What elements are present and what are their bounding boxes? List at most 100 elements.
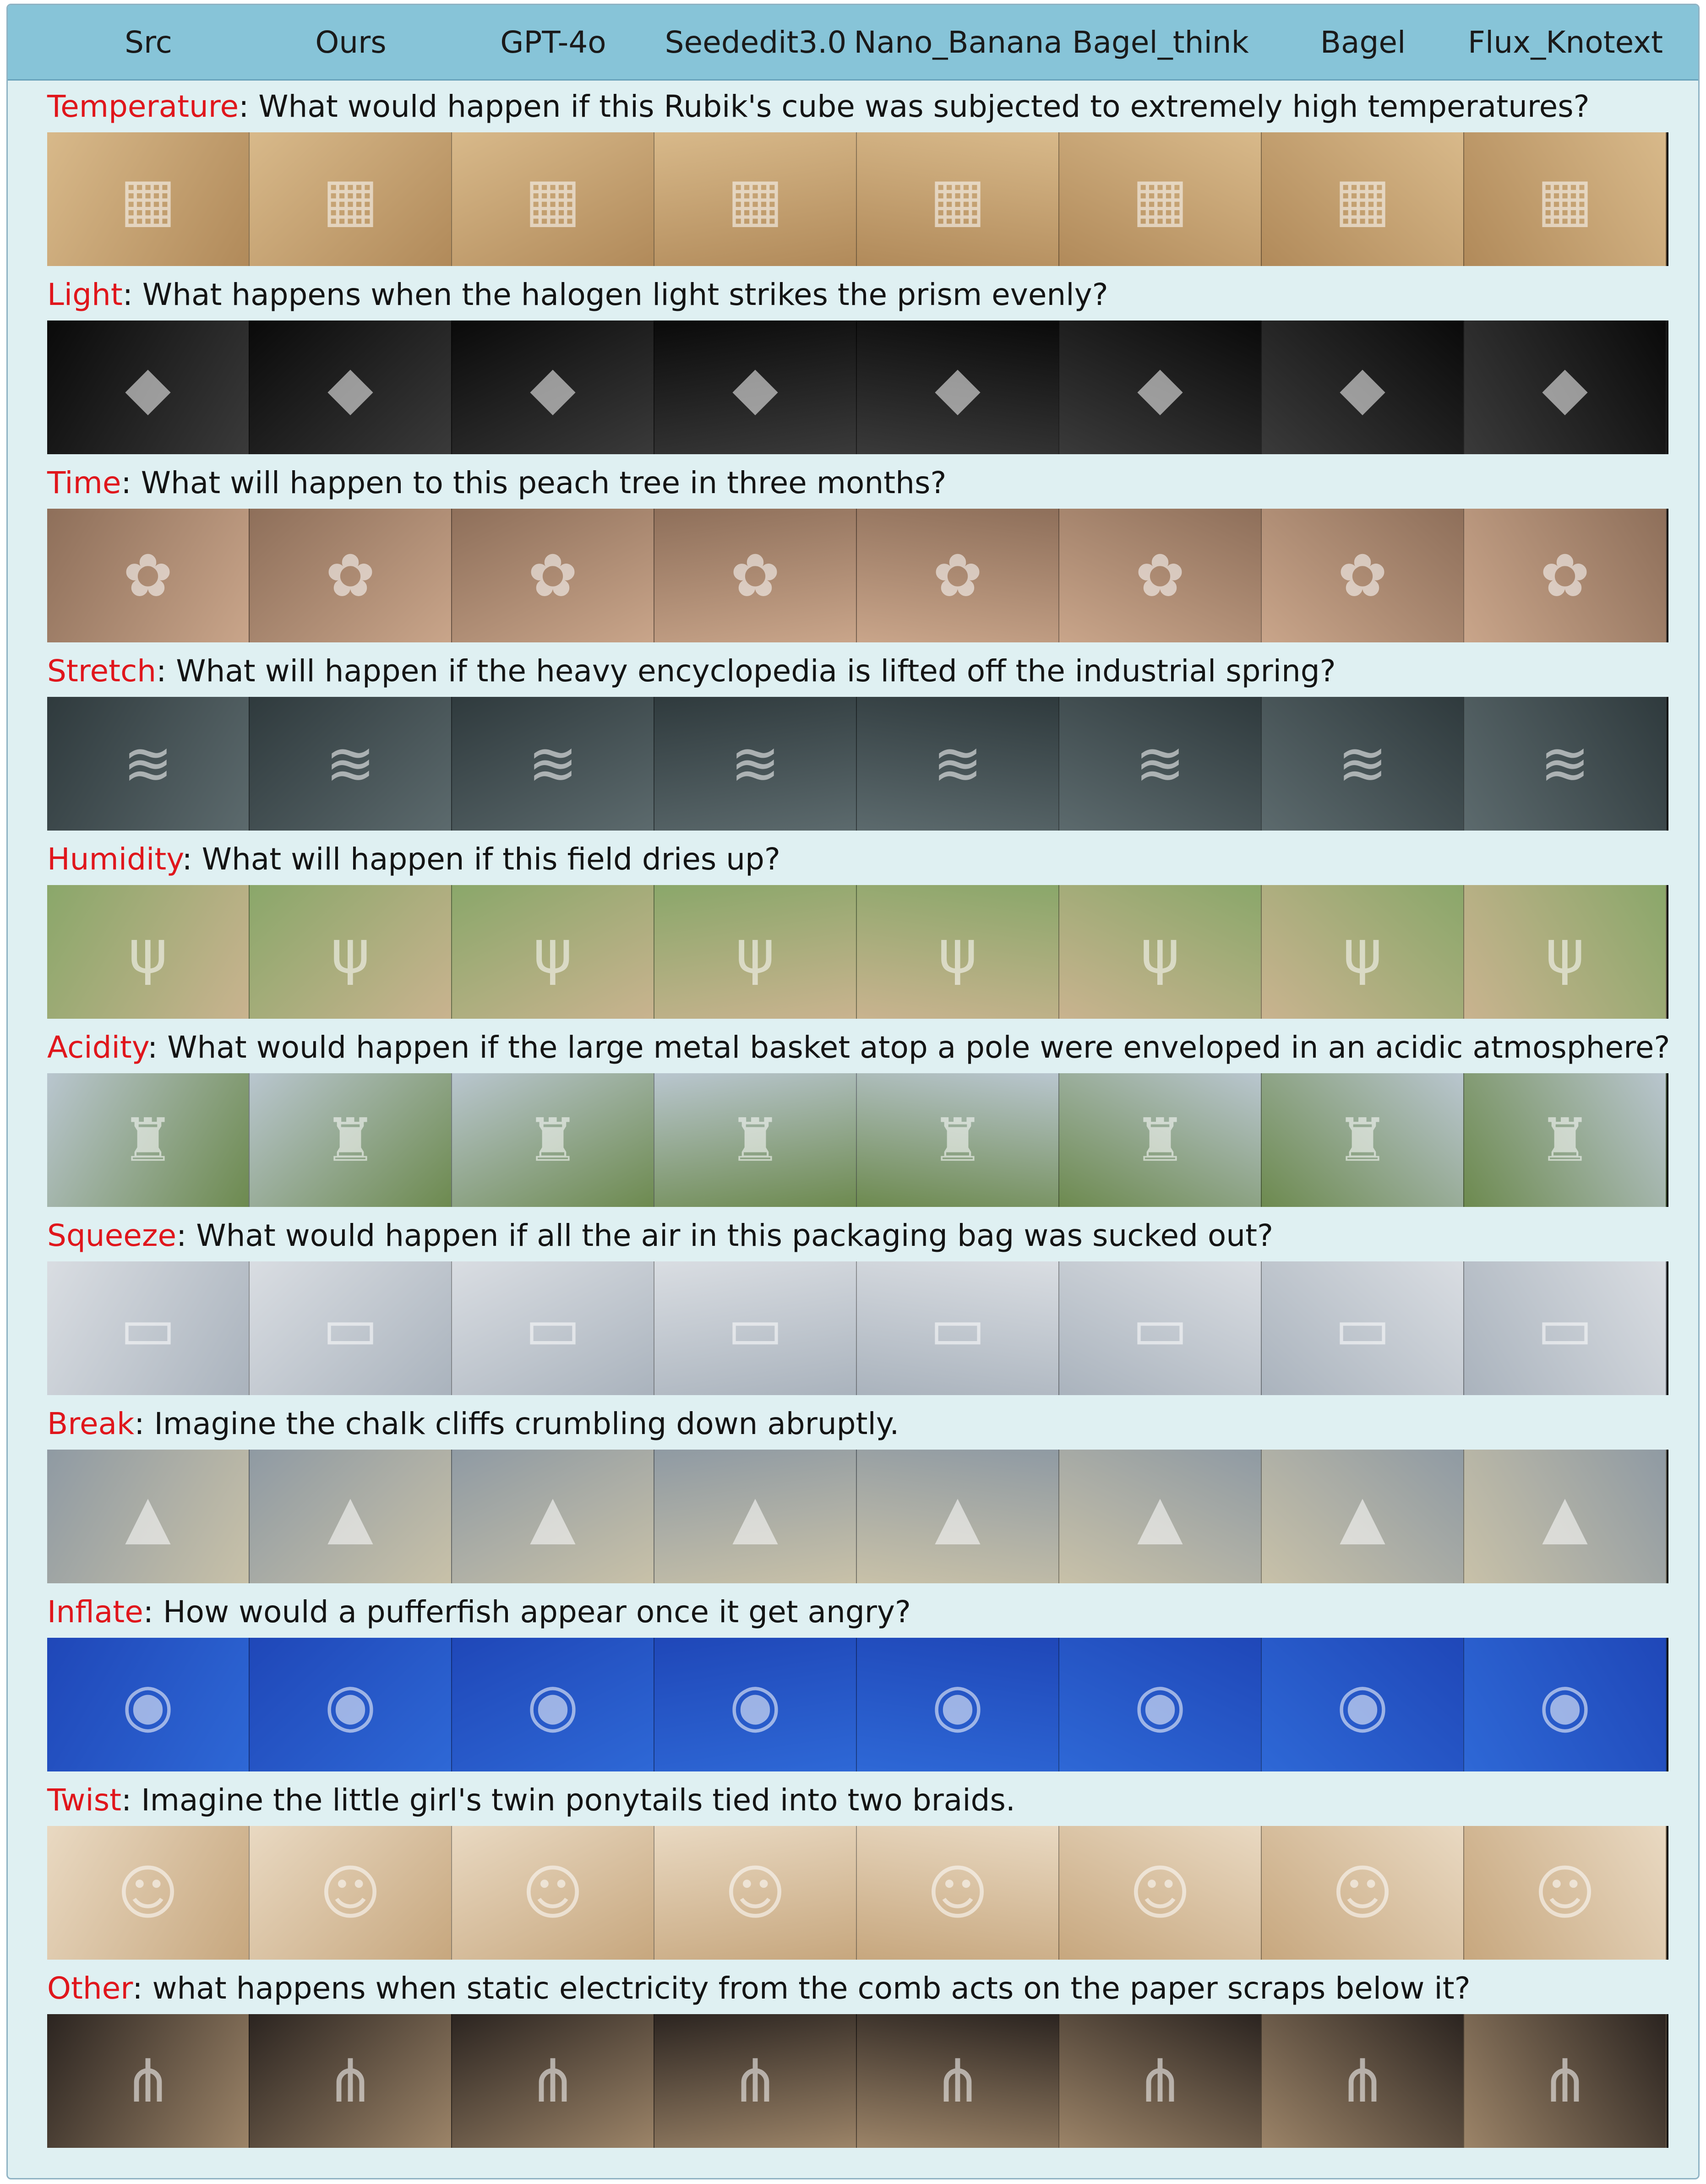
result-image: ☺ — [1464, 1826, 1667, 1960]
basket-icon: ♜ — [728, 1105, 782, 1175]
result-image: ▲ — [250, 1450, 452, 1583]
category-label: Twist — [47, 1782, 121, 1818]
result-image: ≋ — [1464, 697, 1667, 831]
spring-icon: ≋ — [123, 729, 173, 799]
result-image: ◉ — [452, 1638, 654, 1771]
fish-icon: ◉ — [1539, 1670, 1591, 1739]
result-image: ▦ — [47, 132, 250, 266]
result-image: ▦ — [1464, 132, 1667, 266]
result-image: ψ — [1464, 885, 1667, 1019]
result-image: ▲ — [857, 1450, 1059, 1583]
row-prompt: Acidity: What would happen if the large … — [47, 1025, 1670, 1070]
category-label: Squeeze — [47, 1218, 177, 1253]
result-image: ✿ — [452, 509, 654, 642]
result-image: ♜ — [250, 1073, 452, 1207]
image-strip: ☺ ☺ ☺ ☺ ☺ ☺ ☺ ☺ — [47, 1826, 1668, 1960]
flower-icon: ✿ — [1337, 541, 1388, 610]
result-image: ◆ — [250, 321, 452, 454]
category-label: Break — [47, 1406, 135, 1441]
question-text: : What will happen to this peach tree in… — [121, 465, 947, 500]
result-image: ψ — [47, 885, 250, 1019]
question-text: : What would happen if this Rubik's cube… — [239, 89, 1590, 124]
girl-icon: ☺ — [1129, 1858, 1191, 1928]
result-image: ◉ — [1262, 1638, 1464, 1771]
fish-icon: ◉ — [527, 1670, 579, 1739]
pillow-icon: ▭ — [1537, 1293, 1593, 1363]
result-image: ⋔ — [47, 2014, 250, 2148]
column-header-flux-knotext: Flux_Knotext — [1468, 24, 1663, 60]
result-image: ⋔ — [1059, 2014, 1262, 2148]
image-strip: ✿ ✿ ✿ ✿ ✿ ✿ ✿ ✿ — [47, 509, 1668, 642]
image-strip: ▲ ▲ ▲ ▲ ▲ ▲ ▲ ▲ — [47, 1450, 1668, 1583]
comb-icon: ⋔ — [123, 2046, 173, 2116]
question-text: : What happens when the halogen light st… — [122, 277, 1108, 312]
result-image: ≋ — [452, 697, 654, 831]
fish-icon: ◉ — [122, 1670, 174, 1739]
cliff-icon: ▲ — [935, 1482, 981, 1551]
result-image: ≋ — [1059, 697, 1262, 831]
image-strip: ◆ ◆ ◆ ◆ ◆ ◆ ◆ ◆ — [47, 321, 1668, 454]
pillow-icon: ▭ — [120, 1293, 176, 1363]
pillow-icon: ▭ — [929, 1293, 986, 1363]
image-strip: ▭ ▭ ▭ ▭ ▭ ▭ ▭ ▭ — [47, 1261, 1668, 1395]
result-image: ☺ — [1262, 1826, 1464, 1960]
cube-icon: ▦ — [120, 164, 176, 234]
girl-icon: ☺ — [724, 1858, 786, 1928]
result-image: ▭ — [1262, 1261, 1464, 1395]
result-image: ⋔ — [250, 2014, 452, 2148]
category-label: Stretch — [47, 653, 157, 689]
comb-icon: ⋔ — [1135, 2046, 1185, 2116]
spring-icon: ≋ — [528, 729, 578, 799]
girl-icon: ☺ — [927, 1858, 989, 1928]
cliff-icon: ▲ — [1340, 1482, 1385, 1551]
image-strip: ♜ ♜ ♜ ♜ ♜ ♜ ♜ ♜ — [47, 1073, 1668, 1207]
result-image: ▲ — [654, 1450, 857, 1583]
flower-icon: ✿ — [325, 541, 376, 610]
column-header-ours: Ours — [315, 24, 387, 60]
result-image: ≋ — [1262, 697, 1464, 831]
result-image: ▭ — [1464, 1261, 1667, 1395]
pillow-icon: ▭ — [1334, 1293, 1391, 1363]
row-prompt: Stretch: What will happen if the heavy e… — [47, 648, 1336, 694]
result-image: ▭ — [250, 1261, 452, 1395]
image-strip: ⋔ ⋔ ⋔ ⋔ ⋔ ⋔ ⋔ ⋔ — [47, 2014, 1668, 2148]
result-image: ⋔ — [1262, 2014, 1464, 2148]
image-strip: ▦ ▦ ▦ ▦ ▦ ▦ ▦ ▦ — [47, 132, 1668, 266]
girl-icon: ☺ — [522, 1858, 584, 1928]
cube-icon: ▦ — [524, 164, 581, 234]
grass-icon: ψ — [533, 917, 572, 987]
cube-icon: ▦ — [929, 164, 986, 234]
result-image: ♜ — [1464, 1073, 1667, 1207]
row-prompt: Light: What happens when the halogen lig… — [47, 272, 1108, 318]
flower-icon: ✿ — [730, 541, 780, 610]
basket-icon: ♜ — [931, 1105, 985, 1175]
result-image: ψ — [452, 885, 654, 1019]
image-strip: ◉ ◉ ◉ ◉ ◉ ◉ ◉ ◉ — [47, 1638, 1668, 1771]
basket-icon: ♜ — [1133, 1105, 1187, 1175]
prism-icon: ◆ — [530, 353, 576, 422]
result-image: ▲ — [452, 1450, 654, 1583]
result-image: ψ — [1262, 885, 1464, 1019]
result-image: ☺ — [654, 1826, 857, 1960]
question-text: : Imagine the chalk cliffs crumbling dow… — [134, 1406, 899, 1441]
column-header-gpt-4o: GPT-4o — [500, 24, 606, 60]
question-text: : what happens when static electricity f… — [132, 1971, 1471, 2006]
result-image: ≋ — [857, 697, 1059, 831]
result-image: ▭ — [47, 1261, 250, 1395]
result-image: ◉ — [654, 1638, 857, 1771]
result-image: ▦ — [857, 132, 1059, 266]
result-image: ▦ — [452, 132, 654, 266]
result-image: ◆ — [857, 321, 1059, 454]
category-label: Humidity — [47, 842, 182, 877]
prism-icon: ◆ — [935, 353, 981, 422]
result-image: ◆ — [452, 321, 654, 454]
grass-icon: ψ — [736, 917, 775, 987]
fish-icon: ◉ — [729, 1670, 781, 1739]
cliff-icon: ▲ — [125, 1482, 171, 1551]
result-image: ⋔ — [452, 2014, 654, 2148]
result-image: ✿ — [250, 509, 452, 642]
question-text: : What would happen if the large metal b… — [147, 1030, 1670, 1065]
result-image: ▲ — [47, 1450, 250, 1583]
result-image: ≋ — [654, 697, 857, 831]
basket-icon: ♜ — [1538, 1105, 1592, 1175]
